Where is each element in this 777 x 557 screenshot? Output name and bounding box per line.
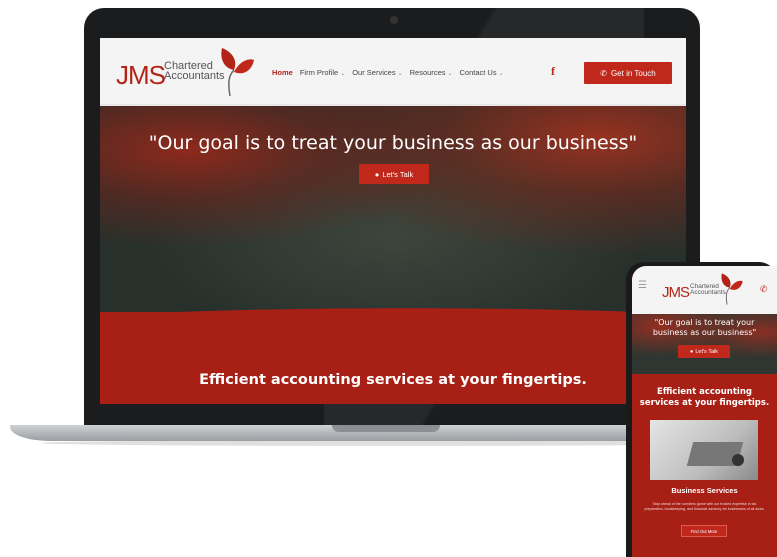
nav-item-label: Resources [409, 68, 446, 77]
laptop-screen: JMS Chartered Accountants Home Firm Prof… [100, 38, 686, 404]
mobile-header: ☰ JMS Chartered Accountants ✆ [632, 266, 777, 314]
leaf-logo-icon [221, 48, 254, 97]
logo-mark: JMS [116, 60, 166, 90]
nav-item-our-services[interactable]: Our Services ⌄ [352, 68, 402, 77]
mobile-lets-talk-button[interactable]: ● Let's Talk [678, 345, 730, 358]
nav-item-firm-profile[interactable]: Firm Profile ⌄ [300, 68, 345, 77]
lets-talk-button[interactable]: ● Let's Talk [359, 164, 429, 184]
hamburger-icon[interactable]: ☰ [638, 280, 647, 291]
mobile-lets-talk-label: Let's Talk [695, 348, 718, 355]
chat-icon: ● [690, 348, 694, 355]
phone-screen: ☰ JMS Chartered Accountants ✆ "Our goal … [632, 266, 777, 557]
nav-item-resources[interactable]: Resources ⌄ [410, 68, 453, 77]
nav-item-label: Firm Profile [299, 68, 339, 77]
facebook-icon[interactable]: f [551, 64, 555, 79]
find-out-more-button[interactable]: Find Out More [681, 525, 727, 537]
leaf-logo-icon [721, 273, 743, 305]
nav-item-home[interactable]: Home [272, 68, 293, 77]
laptop-camera [390, 16, 398, 24]
chevron-down-icon: ⌄ [498, 71, 504, 77]
phone-icon[interactable]: ✆ [760, 284, 768, 295]
mobile-hero-quote: "Our goal is to treat your business as o… [652, 318, 757, 337]
site-header: JMS Chartered Accountants Home Firm Prof… [100, 38, 686, 106]
get-in-touch-button[interactable]: ✆ Get in Touch [584, 62, 672, 84]
business-services-image [650, 420, 758, 480]
nav-item-contact-us[interactable]: Contact Us ⌄ [460, 68, 504, 77]
mobile-logo-mark[interactable]: JMS [662, 284, 690, 301]
business-services-text: Stay ahead of the numbers game with our … [644, 502, 765, 511]
main-nav: Home Firm Profile ⌄ Our Services ⌄ Resourc… [272, 68, 504, 77]
get-in-touch-label: Get in Touch [610, 68, 656, 78]
hero-quote: "Our goal is to treat your business as o… [148, 132, 638, 154]
phone-icon: ✆ [600, 68, 607, 78]
chat-icon: ● [374, 169, 380, 179]
nav-item-label: Contact Us [459, 68, 497, 77]
mobile-band-heading: Efficient accounting services at your fi… [639, 387, 770, 408]
business-services-title: Business Services [671, 486, 738, 495]
lets-talk-label: Let's Talk [382, 169, 414, 179]
services-band [100, 312, 686, 404]
laptop-notch [332, 425, 440, 432]
device-mockup: JMS Chartered Accountants Home Firm Prof… [0, 0, 777, 557]
chevron-down-icon: ⌄ [397, 71, 403, 77]
nav-item-label: Home [272, 68, 293, 77]
band-heading: Efficient accounting services at your fi… [199, 372, 587, 388]
site-logo[interactable]: JMS Chartered Accountants [116, 46, 256, 97]
image-cup-shape [732, 454, 744, 466]
chevron-down-icon: ⌄ [340, 71, 346, 77]
chevron-down-icon: ⌄ [447, 71, 453, 77]
nav-item-label: Our Services [352, 68, 396, 77]
